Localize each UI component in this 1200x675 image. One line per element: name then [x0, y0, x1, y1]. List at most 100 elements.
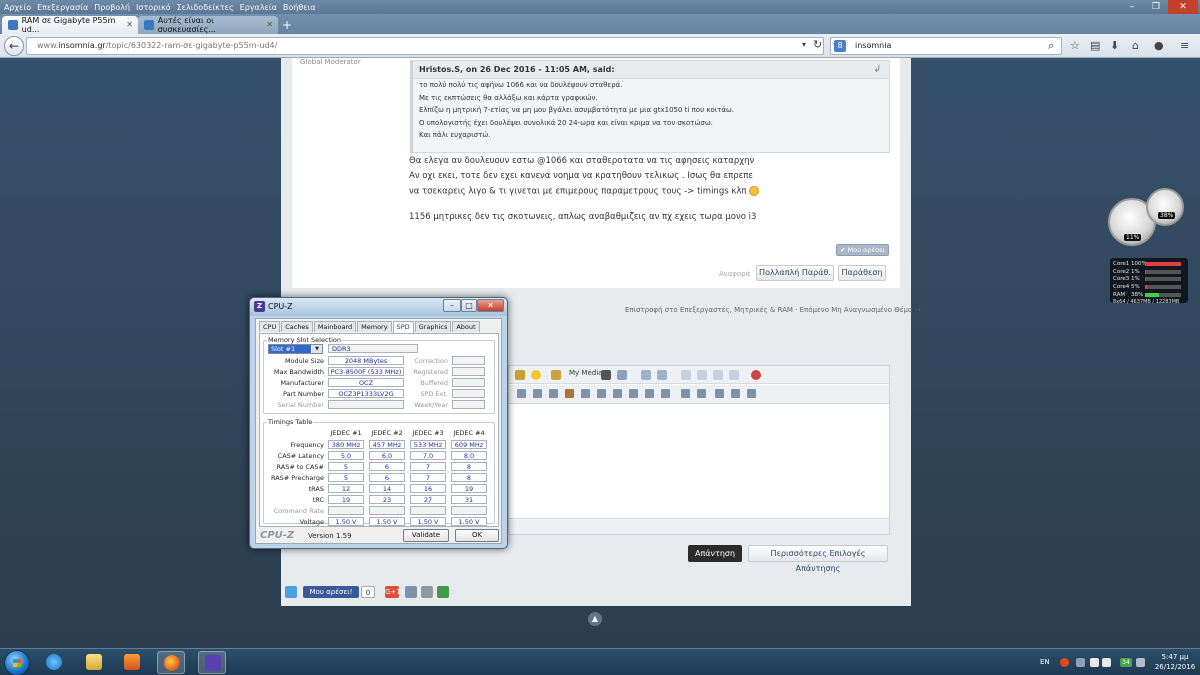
chat-icon[interactable]: ● — [1154, 39, 1164, 52]
cpuz-tab-caches[interactable]: Caches — [281, 321, 313, 332]
reload-icon[interactable]: ↻ — [813, 38, 822, 51]
facebook-like-button[interactable]: Μου αρέσει! — [303, 586, 359, 598]
taskbar-ie[interactable] — [40, 651, 68, 674]
download-icon[interactable] — [437, 586, 449, 598]
menu-view[interactable]: Προβολή — [94, 3, 130, 12]
tray-network-icon[interactable] — [1090, 658, 1099, 667]
close-tab-icon[interactable]: ✕ — [266, 20, 273, 29]
close-tab-icon[interactable]: ✕ — [126, 20, 133, 29]
tray-volume-icon[interactable] — [1102, 658, 1111, 667]
cpuz-minimize-button[interactable]: – — [443, 299, 461, 312]
hamburger-menu-icon[interactable]: ≡ — [1180, 39, 1189, 52]
taskbar-cpuz[interactable] — [198, 651, 226, 674]
clock[interactable]: 5:47 μμ 26/12/2016 — [1154, 652, 1196, 672]
cpuz-tab-spd[interactable]: SPD — [392, 321, 414, 333]
close-window-button[interactable]: ✕ — [1168, 0, 1198, 14]
source-icon[interactable] — [533, 389, 542, 398]
menu-history[interactable]: Ιστορικό — [136, 3, 171, 12]
redo-icon[interactable] — [657, 370, 667, 380]
strike-icon[interactable] — [581, 389, 590, 398]
cut-icon[interactable] — [681, 370, 691, 380]
report-link[interactable]: Αναφορά — [719, 270, 750, 278]
download-icon[interactable]: ⬇ — [1110, 39, 1119, 52]
align-right-icon[interactable] — [747, 389, 756, 398]
taskbar-firefox[interactable] — [157, 651, 185, 674]
windmill-icon[interactable] — [565, 389, 574, 398]
like-button[interactable]: ✔ Μου αρέσει — [836, 244, 889, 256]
align-center-icon[interactable] — [731, 389, 740, 398]
quote-button[interactable]: Παράθεση — [838, 265, 886, 281]
spellcheck-icon[interactable] — [751, 370, 761, 380]
quote-jump-icon[interactable]: ↲ — [873, 65, 881, 75]
tray-temperature-badge[interactable]: 34 — [1120, 658, 1132, 667]
menu-edit[interactable]: Επεξεργασία — [37, 3, 88, 12]
start-button[interactable] — [4, 650, 30, 675]
media-icon[interactable] — [551, 370, 561, 380]
taskbar-explorer[interactable] — [80, 651, 108, 674]
copy-icon[interactable] — [697, 370, 707, 380]
restore-button[interactable]: ❐ — [1144, 0, 1168, 14]
tray-flag-icon[interactable] — [1076, 658, 1085, 667]
cpuz-tab-memory[interactable]: Memory — [357, 321, 392, 332]
cpuz-tab-graphics[interactable]: Graphics — [414, 321, 452, 332]
tab-packages[interactable]: Αυτές είναι οι συσκευασίες... ✕ — [138, 16, 278, 34]
url-bar[interactable]: www.insomnia.gr/topic/630322-ram-σε-giga… — [26, 37, 824, 55]
cpuz-close-button[interactable]: ✕ — [477, 299, 504, 312]
minimize-button[interactable]: – — [1120, 0, 1144, 14]
undo-icon[interactable] — [641, 370, 651, 380]
paste-text-icon[interactable] — [713, 370, 723, 380]
validate-button[interactable]: Validate — [403, 529, 449, 542]
reply-button[interactable]: Απάντηση — [688, 545, 742, 562]
unlink-icon[interactable] — [645, 389, 654, 398]
cpuz-tab-cpu[interactable]: CPU — [259, 321, 281, 332]
my-media-button[interactable]: My Media — [569, 369, 602, 377]
tray-display-icon[interactable] — [1136, 658, 1145, 667]
paste-icon[interactable] — [617, 370, 627, 380]
back-arrow-icon[interactable]: ← — [4, 36, 24, 56]
bookmark-star-icon[interactable]: ☆ — [1070, 39, 1080, 52]
tray-app-icon[interactable] — [1060, 658, 1069, 667]
print-icon[interactable] — [421, 586, 433, 598]
menu-tools[interactable]: Εργαλεία — [240, 3, 277, 12]
image-icon[interactable] — [661, 389, 670, 398]
home-icon[interactable]: ⌂ — [1132, 39, 1139, 52]
cpuz-maximize-button[interactable]: □ — [461, 299, 477, 312]
ok-button[interactable]: OK — [455, 529, 499, 542]
twitter-icon[interactable] — [285, 586, 297, 598]
cpuz-tab-about[interactable]: About — [452, 321, 480, 332]
subscript-icon[interactable] — [613, 389, 622, 398]
cpuz-tab-mainboard[interactable]: Mainboard — [313, 321, 357, 332]
email-icon[interactable] — [405, 586, 417, 598]
align-left-icon[interactable] — [715, 389, 724, 398]
emoticon-icon[interactable] — [531, 370, 541, 380]
google-plus-button[interactable]: G+1 — [385, 586, 401, 598]
font-color-icon[interactable] — [515, 370, 525, 380]
new-tab-icon[interactable]: + — [282, 18, 292, 32]
numbered-list-icon[interactable] — [697, 389, 706, 398]
cpuz-titlebar[interactable]: Z CPU-Z – □ ✕ — [250, 298, 507, 316]
code-icon[interactable] — [517, 389, 526, 398]
language-indicator[interactable]: EN — [1040, 658, 1050, 666]
list-icon[interactable] — [681, 389, 690, 398]
dropdown-arrow-icon[interactable]: ▾ — [802, 40, 806, 49]
more-reply-options-button[interactable]: Περισσότερες Επιλογές Απάντησης — [748, 545, 888, 573]
paste-word-icon[interactable] — [729, 370, 739, 380]
menu-bookmarks[interactable]: Σελιδοδείκτες — [177, 3, 234, 12]
link-icon[interactable] — [629, 389, 638, 398]
print-icon[interactable] — [601, 370, 611, 380]
spoiler-icon[interactable] — [549, 389, 558, 398]
slot-select[interactable]: Slot #1 ▼ — [268, 344, 323, 354]
search-magnifier-icon[interactable]: ⌕ — [1048, 39, 1054, 53]
bookmarks-list-icon[interactable]: ▤ — [1090, 39, 1100, 52]
search-input[interactable]: 8 insomnia — [830, 37, 1062, 55]
editor-text-area[interactable] — [509, 406, 889, 518]
multiquote-button[interactable]: Πολλαπλή Παράθ. — [756, 265, 834, 281]
scroll-top-icon[interactable]: ▲ — [588, 612, 602, 626]
topic-navigation-links[interactable]: Επιστροφή στο Επεξεργαστές, Μητρικές & R… — [625, 306, 921, 314]
tab-ram-gigabyte[interactable]: RAM σε Gigabyte P55m ud... ✕ — [2, 16, 138, 34]
menu-file[interactable]: Αρχείο — [4, 3, 31, 12]
menu-help[interactable]: Βοήθεια — [283, 3, 316, 12]
timing-cell: 19 — [451, 484, 487, 493]
upload-icon[interactable] — [597, 389, 606, 398]
taskbar-media-player[interactable] — [118, 651, 146, 674]
